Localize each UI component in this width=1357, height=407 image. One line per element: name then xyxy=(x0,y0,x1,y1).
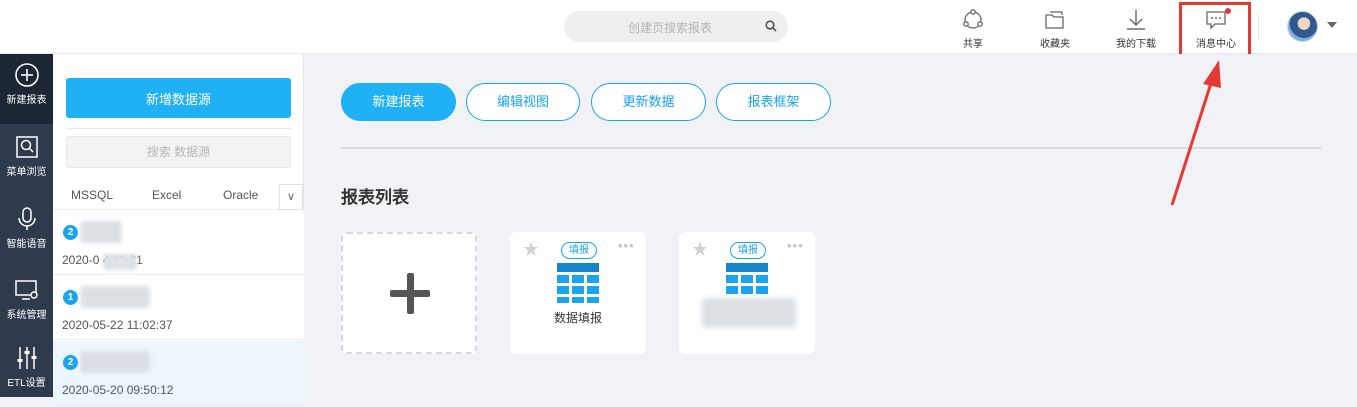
download-icon xyxy=(1127,10,1145,30)
microphone-icon xyxy=(17,207,36,230)
share-button[interactable]: 共享 xyxy=(938,8,1008,52)
nav-item-browse[interactable]: 菜单浏览 xyxy=(0,126,53,196)
nav-label: 新建报表 xyxy=(6,95,47,106)
add-circle-icon xyxy=(14,63,39,87)
list-item[interactable]: 2 2020-05-20 09:50:12 xyxy=(53,341,304,405)
more-icon[interactable]: ••• xyxy=(618,238,635,253)
downloads-button[interactable]: 我的下载 xyxy=(1101,8,1171,52)
share-icon xyxy=(963,9,983,29)
nav-label: 系统管理 xyxy=(6,310,47,321)
nav-label: ETL设置 xyxy=(7,378,46,389)
datasource-panel: 新增数据源 搜索 数据源 MSSQL Excel Oracle ∨ 2 2020… xyxy=(53,54,304,405)
system-settings-icon xyxy=(14,280,38,300)
divider xyxy=(341,147,1321,149)
share-label: 共享 xyxy=(963,39,983,50)
nav-item-voice[interactable]: 智能语音 xyxy=(0,198,53,268)
tab-mssql[interactable]: MSSQL xyxy=(71,188,113,202)
star-icon[interactable] xyxy=(523,241,539,257)
nav-label: 菜单浏览 xyxy=(6,167,47,178)
new-report-button[interactable]: 新建报表 xyxy=(341,83,456,121)
plus-icon xyxy=(407,273,414,314)
count-badge: 2 xyxy=(63,225,78,240)
blurred-name xyxy=(80,221,122,243)
sliders-icon xyxy=(17,347,36,369)
list-item[interactable]: 2 2020-0 4:03:21 xyxy=(53,211,304,275)
nav-item-new-report[interactable]: 新建报表 xyxy=(0,54,53,124)
blurred-name xyxy=(80,351,150,373)
list-item[interactable]: 1 2020-05-22 11:02:37 xyxy=(53,276,304,340)
chevron-down-icon[interactable] xyxy=(1327,22,1337,28)
blurred-report-name xyxy=(702,298,796,328)
count-badge: 1 xyxy=(63,290,78,305)
edit-view-button[interactable]: 编辑视图 xyxy=(466,83,580,121)
blurred-time xyxy=(103,254,137,270)
nav-item-system[interactable]: 系统管理 xyxy=(0,269,53,339)
avatar[interactable] xyxy=(1287,11,1318,42)
favorites-icon xyxy=(1045,11,1064,29)
update-data-button[interactable]: 更新数据 xyxy=(591,83,706,121)
tab-oracle[interactable]: Oracle xyxy=(223,188,258,202)
datasource-tabs: MSSQL Excel Oracle ∨ xyxy=(53,182,304,210)
divider xyxy=(1258,15,1259,41)
report-frame-button[interactable]: 报表框架 xyxy=(716,83,831,121)
downloads-label: 我的下载 xyxy=(1116,39,1156,50)
add-report-card[interactable] xyxy=(341,232,477,354)
search-icon[interactable] xyxy=(764,19,778,33)
favorites-button[interactable]: 收藏夹 xyxy=(1020,8,1090,52)
report-card[interactable]: 填报 ••• xyxy=(679,232,815,354)
more-tabs-button[interactable]: ∨ xyxy=(279,184,303,210)
report-name: 数据填报 xyxy=(553,311,602,325)
star-icon[interactable] xyxy=(692,241,708,257)
timestamp: 2020-05-22 11:02:37 xyxy=(62,318,173,332)
left-nav: 新建报表 菜单浏览 智能语音 系统管理 ETL设置 xyxy=(0,54,53,397)
search-placeholder: 创建页搜索报表 xyxy=(628,21,713,35)
timestamp: 2020-05-20 09:50:12 xyxy=(62,383,174,397)
divider xyxy=(66,128,291,129)
table-icon xyxy=(726,263,768,294)
blurred-name xyxy=(80,286,150,308)
section-title: 报表列表 xyxy=(341,188,409,207)
count-badge: 2 xyxy=(63,355,78,370)
top-bar: 创建页搜索报表 共享 收藏夹 我的下载 消息中心 xyxy=(0,0,1357,58)
nav-label: 智能语音 xyxy=(6,239,47,250)
more-icon[interactable]: ••• xyxy=(787,238,804,253)
report-card[interactable]: 填报 ••• 数据填报 xyxy=(510,232,646,354)
table-icon xyxy=(557,263,599,303)
datasource-search-input[interactable]: 搜索 数据源 xyxy=(66,136,291,168)
favorites-label: 收藏夹 xyxy=(1040,39,1070,50)
fill-tag: 填报 xyxy=(730,242,766,259)
main-content: 新建报表 编辑视图 更新数据 报表框架 报表列表 填报 ••• 数据填报 填报 … xyxy=(304,54,1357,397)
highlight-box xyxy=(1179,2,1251,58)
fill-tag: 填报 xyxy=(561,242,597,259)
browse-icon xyxy=(15,136,38,158)
report-search-input[interactable]: 创建页搜索报表 xyxy=(564,11,788,42)
add-datasource-button[interactable]: 新增数据源 xyxy=(66,78,291,118)
tab-excel[interactable]: Excel xyxy=(152,188,181,202)
